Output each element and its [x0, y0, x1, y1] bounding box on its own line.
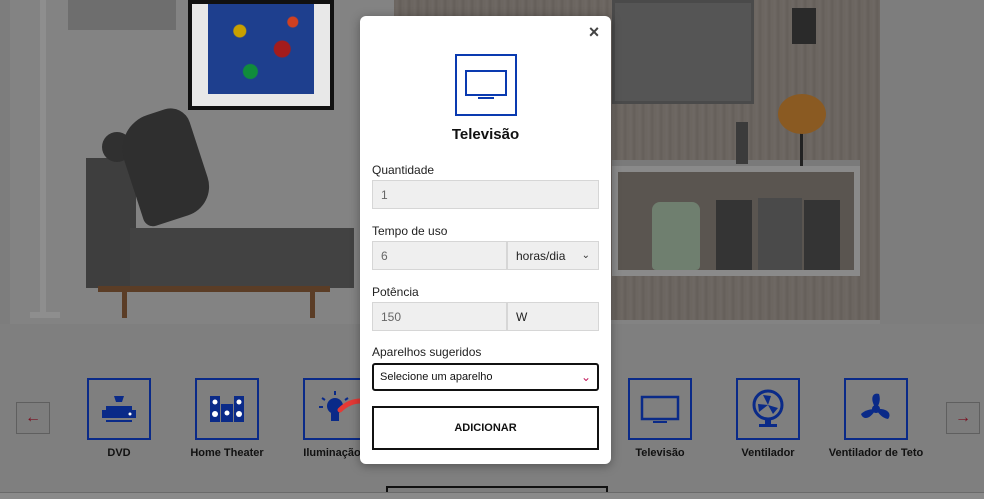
power-input[interactable]: 150 — [372, 302, 507, 331]
appliance-label: Ventilador de Teto — [828, 447, 924, 459]
sofa-leg — [310, 290, 315, 318]
cordless-phone — [736, 122, 748, 164]
appliance-modal: × Televisão Quantidade 1 Tempo de uso 6 … — [360, 16, 611, 464]
wall-painting — [188, 0, 334, 110]
stereo-speaker-right — [804, 200, 840, 270]
modal-appliance-icon-box — [455, 54, 517, 116]
power-label: Potência — [372, 285, 419, 299]
quantity-label: Quantidade — [372, 163, 435, 177]
appliance-label: Ventilador — [741, 447, 795, 459]
power-unit-value: W — [516, 309, 528, 324]
suggested-appliance-value: Selecione um aparelho — [380, 371, 493, 383]
wall-panel — [612, 0, 754, 104]
decor-fish-sculpture — [778, 94, 826, 134]
floor-lamp — [40, 0, 46, 316]
ceiling-fan-icon — [861, 393, 890, 419]
appliance-label: Home Theater — [190, 447, 264, 459]
close-button[interactable]: × — [585, 22, 603, 42]
chevron-down-icon: ⌄ — [581, 250, 590, 261]
stereo-speaker-left — [716, 200, 752, 270]
chevron-down-icon: ⌄ — [580, 370, 591, 384]
stereo-unit — [758, 198, 802, 270]
appliance-ventilador[interactable] — [736, 378, 800, 440]
dvd-icon — [102, 396, 136, 422]
bottom-strip — [0, 492, 984, 499]
appliance-home-theater[interactable] — [195, 378, 259, 440]
appliance-ventilador-de-teto[interactable] — [844, 378, 908, 440]
quantity-input[interactable]: 1 — [372, 180, 599, 209]
suggested-label: Aparelhos sugeridos — [372, 345, 482, 359]
tv-icon — [640, 395, 680, 423]
suggested-appliance-select[interactable]: Selecione um aparelho ⌄ — [372, 363, 599, 391]
appliance-dvd[interactable] — [87, 378, 151, 440]
usage-time-label: Tempo de uso — [372, 224, 448, 238]
decor-stand — [800, 132, 803, 166]
usage-time-unit-select[interactable]: horas/dia ⌄ — [507, 241, 599, 270]
appliance-label: Iluminação — [303, 447, 361, 459]
home-theater-icon — [210, 396, 244, 422]
modal-title: Televisão — [451, 126, 520, 143]
usage-time-unit-value: horas/dia — [516, 248, 566, 263]
power-unit: W — [507, 302, 599, 331]
carousel-next-button[interactable]: → — [946, 402, 980, 434]
tv-icon — [465, 70, 507, 99]
sofa-armrest — [86, 158, 136, 288]
sofa-frame — [98, 286, 330, 292]
sofa-seat — [130, 228, 354, 288]
appliance-label: DVD — [107, 447, 131, 459]
carousel-prev-button[interactable]: ← — [16, 402, 50, 434]
add-button[interactable]: ADICIONAR — [372, 406, 599, 450]
lamp-shade — [68, 0, 176, 30]
fan-icon — [752, 389, 784, 427]
floor-lamp-base — [30, 312, 60, 318]
wall-speaker — [792, 8, 816, 44]
usage-time-input[interactable]: 6 — [372, 241, 507, 270]
humidifier — [652, 202, 700, 270]
appliance-televisao[interactable] — [628, 378, 692, 440]
sofa-leg — [122, 290, 127, 318]
appliance-label: Televisão — [635, 447, 685, 459]
